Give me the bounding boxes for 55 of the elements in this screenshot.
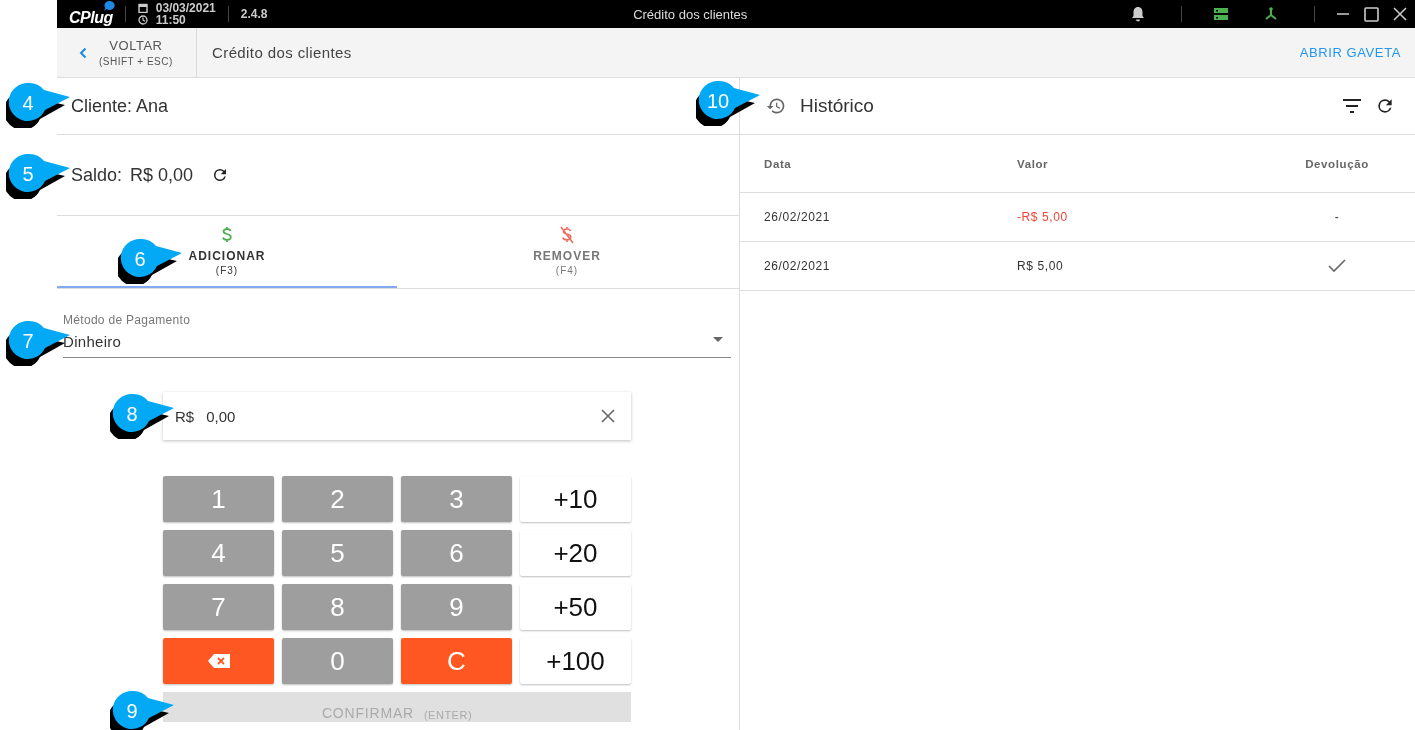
clock-icon <box>137 15 148 25</box>
keypad-key[interactable]: 7 <box>163 584 274 630</box>
open-drawer-link[interactable]: ABRIR GAVETA <box>1293 44 1407 61</box>
keypad-key[interactable]: 4 <box>163 530 274 576</box>
column-header: Valor <box>1017 157 1050 170</box>
keypad-key[interactable]: +100 <box>520 638 631 684</box>
date-text: 03/03/2021 <box>155 2 216 14</box>
filter-icon[interactable] <box>1343 99 1361 113</box>
network-icon[interactable] <box>1264 7 1278 21</box>
keypad-key[interactable]: 1 <box>163 476 274 522</box>
keypad-key[interactable]: 0 <box>282 638 393 684</box>
column-header: Devolução <box>1304 157 1370 170</box>
dollar-icon <box>221 226 233 244</box>
keypad-key[interactable]: +50 <box>520 584 631 630</box>
keypad-key[interactable]: C <box>401 638 512 684</box>
window-title: Crédito dos clientes <box>632 6 749 22</box>
table-cell-text: R$ 5,00 <box>1017 259 1065 273</box>
version-text: 2.4.8 <box>240 7 268 21</box>
history-icon <box>766 96 786 116</box>
keypad-key[interactable]: 8 <box>282 584 393 630</box>
maximize-icon[interactable] <box>1364 6 1379 22</box>
caret-icon <box>713 337 723 342</box>
backspace-button[interactable] <box>163 638 274 684</box>
crossed-dollar-icon <box>560 226 574 244</box>
table-cell-text: 26/02/2021 <box>763 210 832 224</box>
calendar-icon <box>137 3 148 13</box>
table-cell-text: - <box>1333 210 1341 224</box>
backspace-icon <box>206 653 231 669</box>
back-button[interactable]: VOLTAR (SHIFT + ESC) <box>57 28 197 77</box>
keypad-key[interactable]: 2 <box>282 476 393 522</box>
keypad-key[interactable]: 9 <box>401 584 512 630</box>
balance-label: Saldo: <box>71 164 123 186</box>
history-title: Histórico <box>800 95 875 117</box>
close-icon[interactable] <box>1393 7 1407 21</box>
clear-icon[interactable] <box>601 409 615 423</box>
keypad-key[interactable]: +20 <box>520 530 631 576</box>
tab[interactable]: REMOVER (F4) <box>397 216 737 288</box>
keypad-key[interactable]: +10 <box>520 476 631 522</box>
time-text: 11:50 <box>155 14 186 26</box>
keypad-key[interactable]: 5 <box>282 530 393 576</box>
page-title: Crédito dos clientes <box>211 44 353 61</box>
column-header: Data <box>763 157 793 170</box>
server-icon[interactable] <box>1214 7 1228 21</box>
bell-icon[interactable] <box>1131 6 1145 22</box>
balance-value: R$ 0,00 <box>130 164 194 186</box>
logo: CPlug <box>69 2 113 26</box>
payment-method-select[interactable]: Método de Pagamento Dinheiro <box>63 313 731 358</box>
callout-marker: 9 <box>110 688 176 730</box>
table-cell-text: -R$ 5,00 <box>1017 210 1069 224</box>
keypad-key[interactable]: 6 <box>401 530 512 576</box>
chevron-left-icon <box>79 46 87 59</box>
client-name: Cliente: Ana <box>71 95 169 117</box>
keypad-key[interactable]: 3 <box>401 476 512 522</box>
refresh-icon[interactable] <box>1375 96 1395 116</box>
table-cell-text: 26/02/2021 <box>763 259 832 273</box>
